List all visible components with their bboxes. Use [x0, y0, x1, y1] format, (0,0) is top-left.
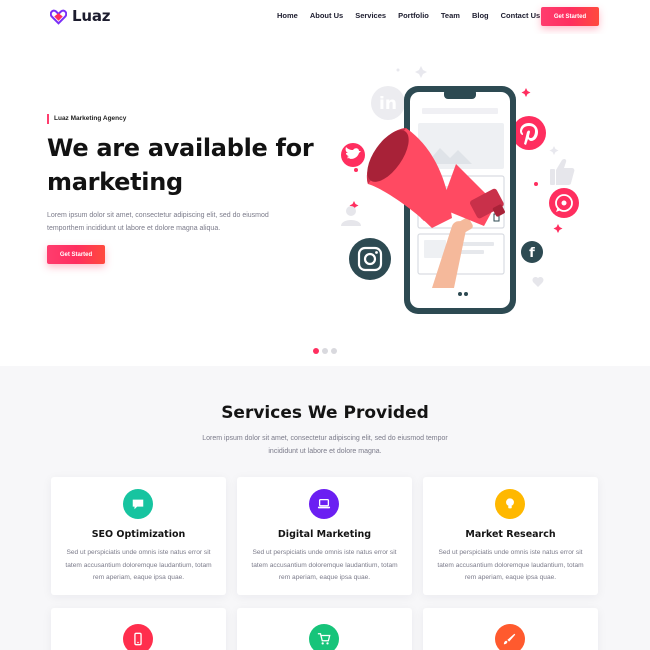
hero-eyebrow: Luaz Marketing Agency	[47, 114, 126, 124]
services-section: Services We Provided Lorem ipsum dolor s…	[0, 366, 650, 650]
brush-icon	[495, 624, 525, 650]
logo[interactable]: Luaz	[50, 7, 110, 25]
mobile-icon	[123, 624, 153, 650]
hero-description: Lorem ipsum dolor sit amet, consectetur …	[47, 212, 269, 232]
whatsapp-icon	[549, 188, 579, 218]
logo-heart-icon	[50, 9, 67, 25]
service-card-seo[interactable]: SEO Optimization Sed ut perspiciatis und…	[51, 477, 226, 595]
hero-get-started-button[interactable]: Get Started	[47, 245, 105, 264]
service-card-mobile[interactable]	[51, 608, 226, 650]
service-card-market-research[interactable]: Market Research Sed ut perspiciatis unde…	[423, 477, 598, 595]
logo-text: Luaz	[72, 7, 111, 25]
hero-slider-dots	[313, 348, 337, 354]
header-get-started-button[interactable]: Get Started	[541, 7, 599, 26]
service-card-title: SEO Optimization	[91, 529, 186, 540]
services-title: Services We Provided	[221, 403, 429, 423]
heart-icon	[532, 276, 544, 287]
svg-text:in: in	[379, 94, 397, 114]
nav-link-home[interactable]: Home	[277, 11, 298, 20]
nav-link-blog[interactable]: Blog	[472, 11, 489, 20]
service-card-design[interactable]	[423, 608, 598, 650]
services-description: Lorem ipsum dolor sit amet, consectetur …	[202, 435, 448, 455]
slider-dot[interactable]	[322, 348, 328, 354]
laptop-icon	[309, 489, 339, 519]
site-header: Luaz Home About Us Services Portfolio Te…	[0, 0, 650, 34]
service-card-text: Sed ut perspiciatis unde omnis iste natu…	[65, 549, 212, 581]
nav-link-about[interactable]: About Us	[310, 11, 343, 20]
instagram-icon	[349, 238, 391, 280]
thumbs-up-icon	[550, 158, 575, 185]
pinterest-icon	[512, 116, 546, 150]
user-icon	[341, 206, 361, 226]
nav-link-portfolio[interactable]: Portfolio	[398, 11, 429, 20]
svg-text:f: f	[529, 246, 535, 261]
service-card-title: Digital Marketing	[277, 529, 372, 540]
facebook-icon: f	[521, 241, 543, 263]
slider-dot[interactable]	[331, 348, 337, 354]
linkedin-icon: in	[371, 86, 405, 120]
service-card-title: Market Research	[465, 529, 556, 540]
nav-link-contact[interactable]: Contact Us	[501, 11, 541, 20]
hero-title: We are available for marketing	[47, 134, 314, 196]
lightbulb-icon	[495, 489, 525, 519]
hero-illustration: in f	[341, 66, 579, 314]
service-card-digital-marketing[interactable]: Digital Marketing Sed ut perspiciatis un…	[237, 477, 412, 595]
service-card-ecommerce[interactable]	[237, 608, 412, 650]
twitter-icon	[341, 143, 365, 167]
hero-section: Luaz Marketing Agency We are available f…	[0, 34, 650, 366]
service-card-text: Sed ut perspiciatis unde omnis iste natu…	[251, 549, 398, 581]
main-nav: Home About Us Services Portfolio Team Bl…	[277, 11, 552, 20]
service-card-text: Sed ut perspiciatis unde omnis iste natu…	[437, 549, 584, 581]
nav-link-services[interactable]: Services	[355, 11, 386, 20]
cart-icon	[309, 624, 339, 650]
slider-dot[interactable]	[313, 348, 319, 354]
nav-link-team[interactable]: Team	[441, 11, 460, 20]
chat-bubble-icon	[123, 489, 153, 519]
